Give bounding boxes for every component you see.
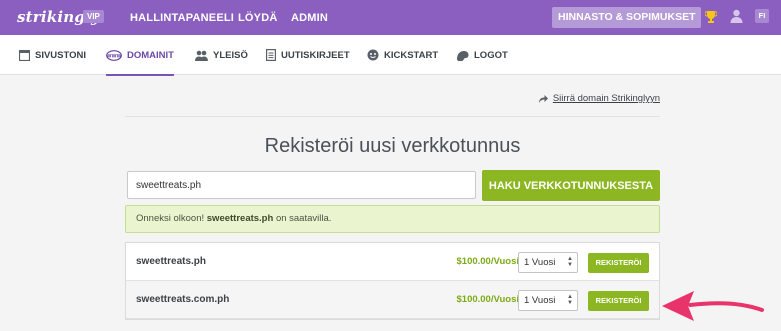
tab-logos[interactable]: LOGOT — [456, 35, 508, 75]
tab-my-sites[interactable]: SIVUSTONI — [19, 35, 86, 75]
domain-search-button[interactable]: HAKU VERKKOTUNNUKSESTA — [482, 170, 660, 201]
logo-icon — [457, 50, 469, 61]
nav-discover[interactable]: LÖYDÄ — [238, 12, 278, 24]
tab-label: KICKSTART — [384, 49, 439, 61]
www-icon: www — [106, 49, 122, 61]
audience-icon — [195, 50, 208, 61]
trophy-icon[interactable] — [705, 10, 717, 24]
result-row: sweettreats.com.ph $100.00/Vuosi 1 Vuosi… — [126, 281, 659, 319]
register-button[interactable]: REKISTERÖI — [588, 291, 649, 311]
page-title: Rekisteröi uusi verkkotunnus — [264, 135, 521, 157]
tab-label: SIVUSTONI — [35, 49, 87, 61]
register-button[interactable]: REKISTERÖI — [588, 253, 649, 273]
kickstart-icon — [367, 49, 379, 61]
sub-navigation: SIVUSTONI www DOMAINIT YLEISÖ UUTISKIRJE… — [0, 35, 781, 76]
tab-label: UUTISKIRJEET — [281, 49, 350, 61]
availability-notice: Onneksi olkoon! sweettreats.ph on saatav… — [125, 205, 660, 233]
language-badge[interactable]: FI — [755, 9, 769, 23]
term-value: 1 Vuosi — [524, 295, 556, 306]
tab-kickstart[interactable]: KICKSTART — [367, 35, 438, 75]
top-bar: strikingly VIP HALLINTAPANEELI LÖYDÄ ADM… — [0, 0, 781, 35]
nav-admin[interactable]: ADMIN — [291, 12, 328, 24]
newsletter-icon — [266, 49, 276, 61]
domain-search-input[interactable] — [127, 171, 476, 199]
result-price: $100.00/Vuosi — [456, 294, 520, 305]
tab-label: LOGOT — [474, 49, 508, 61]
notice-domain: sweettreats.ph — [206, 213, 274, 224]
tab-domains[interactable]: www DOMAINIT — [106, 35, 174, 76]
tab-newsletters[interactable]: UUTISKIRJEET — [266, 35, 350, 75]
result-domain: sweettreats.ph — [136, 256, 207, 267]
notice-suffix: on saatavilla. — [275, 213, 332, 224]
result-price: $100.00/Vuosi — [456, 256, 520, 267]
domain-register-panel: Siirrä domain Strikinglyyn Rekisteröi uu… — [125, 76, 660, 331]
stepper-arrows-icon: ▲ ▼ — [567, 256, 573, 268]
user-icon[interactable] — [730, 9, 743, 23]
nav-dashboard[interactable]: HALLINTAPANEELI — [130, 12, 234, 24]
site-icon — [19, 49, 30, 61]
transfer-domain-label: Siirrä domain Strikinglyyn — [552, 93, 660, 104]
vip-badge: VIP — [83, 10, 104, 23]
term-value: 1 Vuosi — [524, 257, 556, 268]
tab-label: DOMAINIT — [127, 49, 174, 61]
highlight-arrow-icon — [662, 291, 764, 321]
svg-text:www: www — [107, 53, 122, 59]
transfer-domain-link[interactable]: Siirrä domain Strikinglyyn — [538, 93, 660, 104]
results-list: sweettreats.ph $100.00/Vuosi 1 Vuosi ▲ ▼ … — [125, 242, 660, 320]
share-arrow-icon — [538, 94, 548, 103]
term-select[interactable]: 1 Vuosi ▲ ▼ — [518, 252, 578, 273]
tab-audience[interactable]: YLEISÖ — [195, 35, 248, 75]
tab-label: YLEISÖ — [213, 49, 248, 61]
pricing-button[interactable]: HINNASTO & SOPIMUKSET — [552, 7, 702, 28]
notice-prefix: Onneksi olkoon! — [136, 213, 205, 224]
stepper-arrows-icon: ▲ ▼ — [567, 294, 573, 306]
divider — [125, 116, 660, 117]
result-row: sweettreats.ph $100.00/Vuosi 1 Vuosi ▲ ▼ … — [126, 243, 659, 281]
result-domain: sweettreats.com.ph — [136, 294, 230, 305]
term-select[interactable]: 1 Vuosi ▲ ▼ — [518, 290, 578, 311]
